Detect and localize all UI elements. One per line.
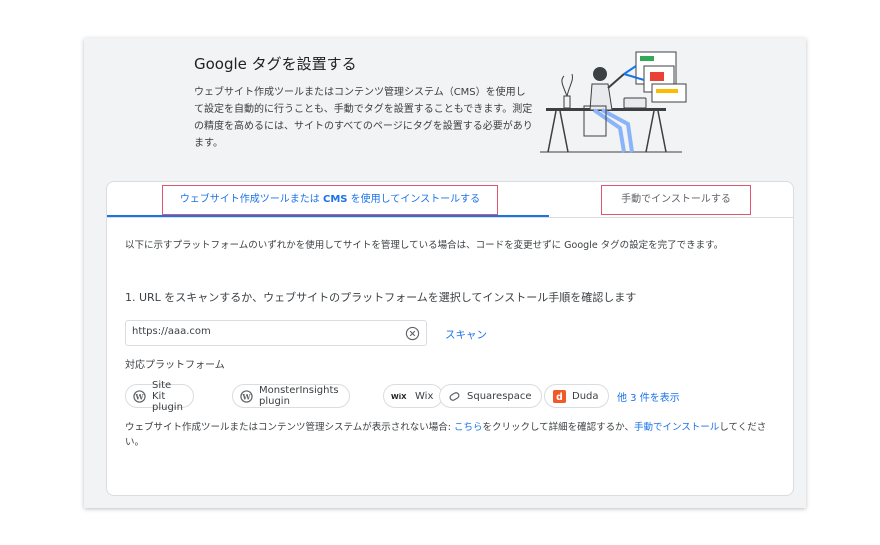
supported-platforms-label: 対応プラットフォーム [125,360,225,371]
footer-text-pre: ウェブサイト作成ツールまたはコンテンツ管理システムが表示されない場合: [125,422,454,433]
page-description: ウェブサイト作成ツールまたはコンテンツ管理システム（CMS）を使用して設定を自動… [194,87,533,149]
details-link[interactable]: こちら [454,422,483,433]
footer-text-mid: をクリックして詳細を確認するか、 [482,422,634,433]
tab-cms-label-cms: CMS [323,194,348,205]
tab-install-manually[interactable]: 手動でインストールする [601,185,751,215]
svg-text:WiX: WiX [391,393,407,401]
tab-cms-label-post: を使用してインストールする [347,194,481,205]
intro-text: 以下に示すプラットフォームのいずれかを使用してサイトを管理している場合は、コード… [125,240,724,251]
platform-chip-label: Site Kit plugin [152,379,183,413]
platform-chip-site-kit[interactable]: W Site Kit plugin [125,380,194,413]
svg-text:d: d [556,392,563,403]
platform-chip-wix[interactable]: WiX Wix [383,384,444,408]
platform-chip-label: Squarespace [467,390,532,402]
squarespace-icon [447,389,461,403]
tab-cms-label-pre: ウェブサイト作成ツールまたは [179,194,323,205]
setup-illustration [540,51,687,153]
platform-chip-label: MonsterInsights plugin [259,385,339,407]
platform-chip-label: Duda [572,390,599,402]
page-title: Google タグを設置する [194,55,357,73]
url-input-value: https://aaa.com [132,326,211,337]
svg-text:W: W [241,392,251,401]
duda-icon: d [552,389,566,403]
active-tab-indicator [107,215,549,217]
step-1-heading: 1. URL をスキャンするか、ウェブサイトのプラットフォームを選択してインスト… [125,291,637,304]
tab-install-with-cms[interactable]: ウェブサイト作成ツールまたは CMS を使用してインストールする [162,185,498,215]
svg-text:W: W [134,392,144,401]
install-card: ウェブサイト作成ツールまたは CMS を使用してインストールする 手動でインスト… [106,181,794,496]
platform-chip-label: Wix [415,390,434,402]
platform-chip-squarespace[interactable]: Squarespace [439,384,542,408]
footer-help-text: ウェブサイト作成ツールまたはコンテンツ管理システムが表示されない場合: こちらを… [125,420,785,450]
manual-install-link[interactable]: 手動でインストール [634,422,719,433]
url-input[interactable]: https://aaa.com [125,320,427,346]
google-tag-setup-panel: Google タグを設置する ウェブサイト作成ツールまたはコンテンツ管理システム… [84,38,806,508]
clear-icon[interactable] [405,326,420,341]
scan-button[interactable]: スキャン [445,327,487,342]
install-tabs: ウェブサイト作成ツールまたは CMS を使用してインストールする 手動でインスト… [107,182,793,218]
platform-chip-monsterinsights[interactable]: W MonsterInsights plugin [232,384,350,408]
platform-chip-duda[interactable]: d Duda [544,384,609,408]
wix-icon: WiX [391,389,409,403]
wordpress-icon: W [240,389,253,403]
wordpress-icon: W [133,389,146,403]
show-more-platforms-link[interactable]: 他 3 件を表示 [617,389,680,404]
